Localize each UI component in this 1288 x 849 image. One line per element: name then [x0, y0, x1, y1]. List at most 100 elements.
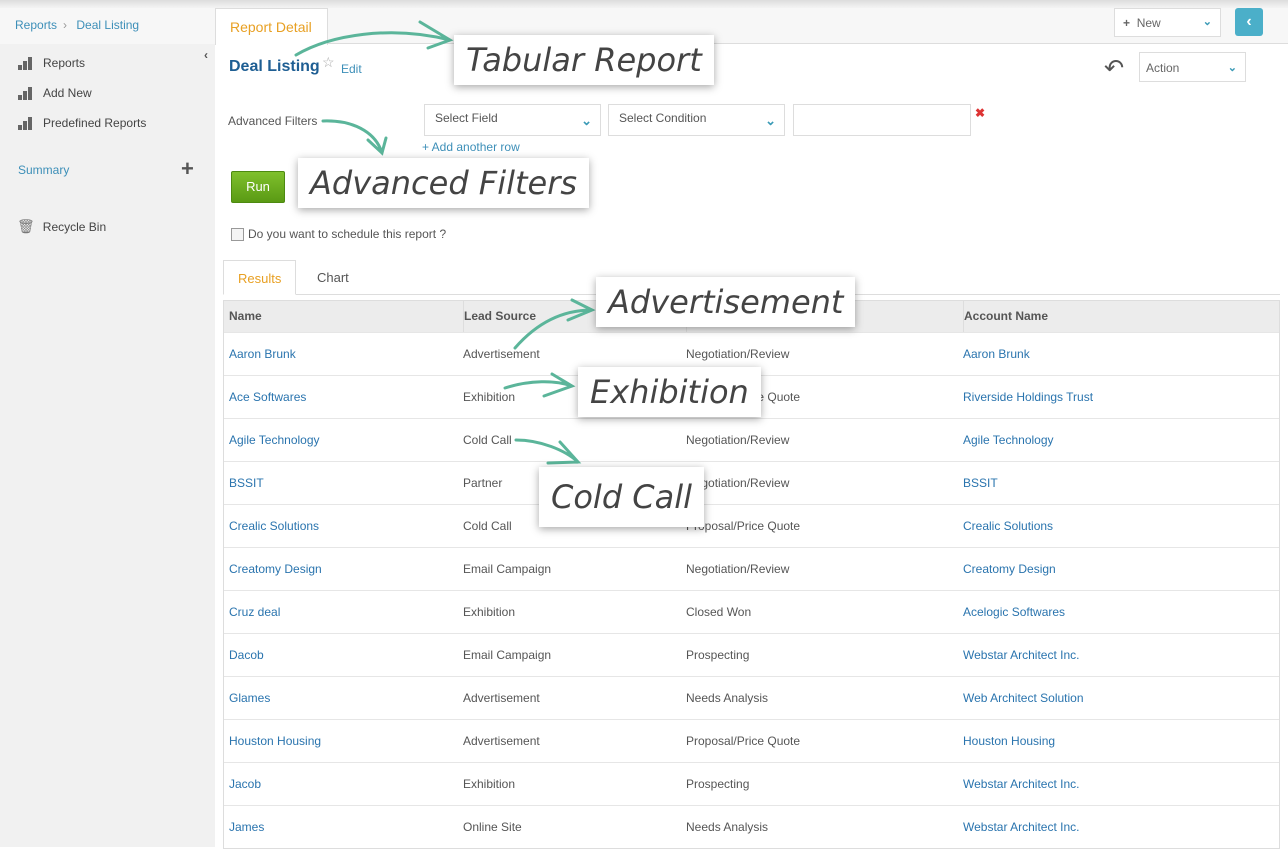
schedule-checkbox[interactable] [231, 227, 244, 241]
name-cell[interactable]: Aaron Brunk [229, 333, 296, 376]
breadcrumb-reports[interactable]: Reports [15, 18, 57, 32]
summary-heading[interactable]: Summary [18, 163, 69, 177]
sidebar-item-add-new[interactable]: Add New [17, 86, 92, 100]
account-name-cell[interactable]: Acelogic Softwares [963, 591, 1065, 634]
chevron-down-icon: ⌄ [1227, 62, 1237, 74]
name-cell[interactable]: Agile Technology [229, 419, 320, 462]
breadcrumb: Reports › Deal Listing [0, 8, 215, 44]
run-button[interactable]: Run [231, 171, 285, 203]
name-cell[interactable]: Crealic Solutions [229, 505, 319, 548]
table-row: Creatomy Design Email Campaign Negotiation… [224, 547, 1279, 590]
select-condition-dropdown[interactable]: Select Condition ⌄ [608, 104, 785, 136]
new-label: New [1136, 16, 1161, 30]
table-row: Crealic Solutions Cold Call Proposal/Price… [224, 504, 1279, 547]
sidebar-item-predefined-reports[interactable]: Predefined Reports [17, 116, 146, 130]
account-name-cell[interactable]: Web Architect Solution [963, 677, 1084, 720]
stage-cell: Needs Analysis [686, 691, 769, 705]
account-name-cell[interactable]: Aaron Brunk [963, 333, 1030, 376]
name-cell[interactable]: Glames [229, 677, 270, 720]
back-button[interactable]: ‹ [1235, 8, 1263, 36]
advanced-filters-label: Advanced Filters [228, 114, 318, 128]
name-cell[interactable]: Ace Softwares [229, 376, 306, 419]
bar-chart-icon [17, 116, 35, 130]
edit-link[interactable]: Edit [341, 62, 362, 76]
sidebar-item-label: Reports [43, 56, 86, 70]
top-bar [0, 0, 1288, 8]
table-row: Houston Housing Advertisement Proposal/Pri… [224, 719, 1279, 762]
star-icon[interactable]: ☆ [322, 54, 335, 71]
select-field-label: Select Field [435, 111, 498, 125]
lead-source-cell: Email Campaign [463, 648, 552, 662]
name-cell[interactable]: Jacob [229, 763, 261, 806]
name-cell[interactable]: Dacob [229, 634, 264, 677]
lead-source-cell: Cold Call [463, 433, 512, 447]
chevron-down-icon: ⌄ [581, 113, 592, 128]
breadcrumb-current[interactable]: Deal Listing [76, 18, 139, 32]
chevron-down-icon: ⌄ [765, 113, 776, 128]
name-cell[interactable]: Cruz deal [229, 591, 280, 634]
account-name-cell[interactable]: Creatomy Design [963, 548, 1056, 591]
account-name-cell[interactable]: Riverside Holdings Trust [963, 376, 1093, 419]
filter-value-input[interactable] [793, 104, 971, 136]
table-row: Glames Advertisement Needs Analysis Web Arc… [224, 676, 1279, 719]
tab-report-detail[interactable]: Report Detail [215, 8, 328, 45]
account-name-cell[interactable]: Webstar Architect Inc. [963, 806, 1080, 849]
account-name-cell[interactable]: Crealic Solutions [963, 505, 1053, 548]
column-header-name[interactable]: Name [229, 301, 262, 332]
new-button[interactable]: + New ⌄ [1114, 8, 1221, 37]
account-name-cell[interactable]: Webstar Architect Inc. [963, 763, 1080, 806]
callout-exhibition: Exhibition [578, 367, 761, 417]
sidebar-item-reports[interactable]: Reports [17, 56, 85, 70]
account-name-cell[interactable]: Agile Technology [963, 419, 1054, 462]
lead-source-cell: Exhibition [463, 390, 516, 404]
table-row: James Online Site Needs Analysis Webstar Ar… [224, 805, 1279, 848]
sidebar-item-label: Add New [43, 86, 92, 100]
tab-results[interactable]: Results [223, 260, 297, 295]
select-field-dropdown[interactable]: Select Field ⌄ [424, 104, 601, 136]
add-another-row-link[interactable]: + Add another row [422, 140, 520, 154]
table-row: Agile Technology Cold Call Negotiation/Rev… [224, 418, 1279, 461]
sidebar-item-recycle-bin[interactable]: 🗑 Recycle Bin [17, 218, 106, 235]
remove-row-icon[interactable]: ✖ [975, 106, 985, 120]
stage-cell: Proposal/Price Quote [686, 734, 801, 748]
lead-source-cell: Advertisement [463, 734, 540, 748]
stage-cell: Negotiation/Review [686, 433, 790, 447]
lead-source-cell: Advertisement [463, 691, 540, 705]
arrow-filters [321, 119, 388, 156]
sidebar-item-label: Predefined Reports [43, 116, 147, 130]
account-name-cell[interactable]: Houston Housing [963, 720, 1055, 763]
bar-chart-icon [17, 56, 35, 70]
table-row: Cruz deal Exhibition Closed Won Acelogic So… [224, 590, 1279, 633]
table-row: Dacob Email Campaign Prospecting Webstar Ar… [224, 633, 1279, 676]
undo-icon[interactable]: ↶ [1104, 54, 1124, 83]
sidebar: ‹ Reports Add New Predefined Reports Sum… [0, 44, 215, 847]
plus-icon: + [1123, 16, 1131, 30]
collapse-sidebar-icon[interactable]: ‹ [204, 48, 208, 62]
column-header-account-name[interactable]: Account Name [963, 301, 1048, 332]
lead-source-cell: Cold Call [463, 519, 512, 533]
column-header-lead-source[interactable]: Lead Source [463, 301, 536, 332]
table-row: Jacob Exhibition Prospecting Webstar Archit… [224, 762, 1279, 805]
tab-chart[interactable]: Chart [303, 260, 363, 295]
callout-cold-call: Cold Call [539, 467, 705, 527]
stage-cell: Negotiation/Review [686, 562, 790, 576]
account-name-cell[interactable]: Webstar Architect Inc. [963, 634, 1080, 677]
name-cell[interactable]: James [229, 806, 264, 849]
sidebar-item-label: Recycle Bin [42, 219, 107, 234]
callout-tabular-report: Tabular Report [454, 35, 714, 85]
lead-source-cell: Exhibition [463, 777, 516, 791]
lead-source-cell: Exhibition [463, 605, 516, 619]
stage-cell: Prospecting [686, 648, 750, 662]
name-cell[interactable]: Creatomy Design [229, 548, 322, 591]
lead-source-cell: Email Campaign [463, 562, 552, 576]
name-cell[interactable]: Houston Housing [229, 720, 321, 763]
account-name-cell[interactable]: BSSIT [963, 462, 998, 505]
action-dropdown[interactable]: Action ⌄ [1139, 52, 1246, 82]
schedule-option[interactable]: Do you want to schedule this report ? [231, 227, 446, 241]
callout-advanced-filters: Advanced Filters [298, 158, 590, 208]
stage-cell: Prospecting [686, 777, 750, 791]
name-cell[interactable]: BSSIT [229, 462, 264, 505]
add-summary-icon[interactable]: + [181, 156, 194, 182]
lead-source-cell: Online Site [463, 820, 522, 834]
lead-source-cell: Advertisement [463, 347, 540, 361]
